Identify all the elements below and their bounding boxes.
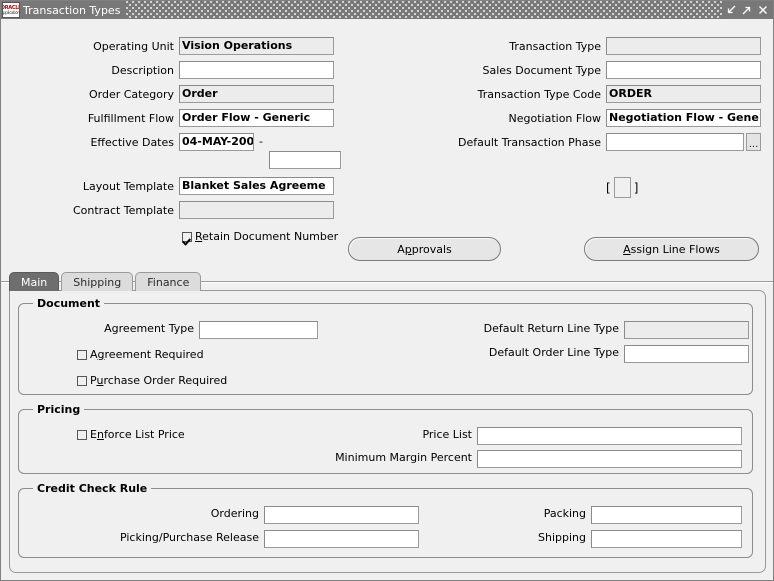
- transaction-type-code-label: Transaction Type Code: [477, 87, 601, 101]
- document-group: Document Agreement Type Agreement Requir…: [18, 297, 753, 395]
- header-form-region: Operating Unit Vision Operations Descrip…: [1, 19, 773, 283]
- transaction-type-label: Transaction Type: [509, 39, 601, 53]
- operating-unit-field[interactable]: Vision Operations: [179, 37, 334, 55]
- transaction-type-code-field[interactable]: ORDER: [606, 85, 761, 103]
- packing-field[interactable]: [591, 506, 742, 524]
- document-group-title: Document: [33, 297, 105, 310]
- agreement-type-field[interactable]: [199, 321, 318, 339]
- agreement-type-label: Agreement Type: [104, 322, 194, 335]
- operating-unit-label: Operating Unit: [93, 39, 174, 53]
- default-order-line-type-field[interactable]: [624, 345, 749, 363]
- purchase-order-required-checkbox-box[interactable]: [77, 375, 87, 386]
- tab-shipping[interactable]: Shipping: [61, 272, 134, 291]
- tab-finance[interactable]: Finance: [135, 272, 202, 291]
- agreement-required-label: Agreement Required: [90, 348, 204, 361]
- sales-document-type-field[interactable]: [606, 61, 761, 79]
- assign-line-flows-button-label: Assign Line Flows: [623, 242, 720, 256]
- maximize-icon[interactable]: [739, 2, 755, 18]
- tab-main[interactable]: Main: [9, 272, 60, 291]
- close-icon[interactable]: [755, 2, 771, 18]
- minimum-margin-percent-label: Minimum Margin Percent: [335, 451, 472, 464]
- retain-document-number-checkbox-box[interactable]: [182, 231, 192, 242]
- effective-date-to-field[interactable]: [269, 151, 341, 169]
- description-field[interactable]: [179, 61, 334, 79]
- agreement-required-checkbox-box[interactable]: [77, 349, 87, 360]
- flexfield-box[interactable]: [613, 177, 631, 198]
- titlebar-texture: [126, 1, 723, 19]
- transaction-type-field[interactable]: [606, 37, 761, 55]
- price-list-field[interactable]: [477, 427, 742, 445]
- pricing-group-title: Pricing: [33, 403, 85, 416]
- picking-purchase-release-field[interactable]: [264, 530, 419, 548]
- description-label: Description: [111, 63, 174, 77]
- retain-document-number-label: Retain Document Number: [195, 230, 338, 243]
- enforce-list-price-checkbox-box[interactable]: [77, 429, 87, 440]
- order-category-label: Order Category: [88, 87, 174, 101]
- credit-check-rule-group: Credit Check Rule Ordering Picking/Purch…: [18, 482, 753, 558]
- tab-panel-main: Document Agreement Type Agreement Requir…: [9, 290, 766, 573]
- packing-label: Packing: [543, 507, 586, 520]
- order-category-field[interactable]: Order: [179, 85, 334, 103]
- effective-dates-label: Effective Dates: [90, 135, 174, 149]
- picking-purchase-release-label: Picking/Purchase Release: [119, 531, 259, 544]
- minimum-margin-percent-field[interactable]: [477, 450, 742, 468]
- approvals-button-label: Approvals: [397, 242, 452, 256]
- oracle-logo-icon: ORACLE Applications: [2, 2, 20, 18]
- window-titlebar[interactable]: ORACLE Applications Transaction Types: [1, 1, 773, 19]
- pricing-group: Pricing Enforce List Price Price List Mi…: [18, 403, 753, 474]
- descriptive-flexfield: [ ]: [606, 177, 638, 198]
- fulfillment-flow-field[interactable]: Order Flow - Generic: [179, 109, 334, 127]
- layout-template-label: Layout Template: [82, 179, 174, 193]
- default-transaction-phase-field[interactable]: [606, 133, 744, 151]
- effective-date-from-field[interactable]: 04-MAY-200: [179, 133, 254, 151]
- fulfillment-flow-label: Fulfillment Flow: [87, 111, 174, 125]
- retain-document-number-checkbox[interactable]: Retain Document Number: [182, 230, 338, 243]
- layout-template-field[interactable]: Blanket Sales Agreeme: [179, 177, 334, 195]
- credit-check-rule-group-title: Credit Check Rule: [33, 482, 152, 495]
- purchase-order-required-label: Purchase Order Required: [90, 374, 228, 387]
- default-order-line-type-label: Default Order Line Type: [488, 346, 619, 359]
- window-title: Transaction Types: [23, 3, 121, 17]
- negotiation-flow-label: Negotiation Flow: [508, 111, 602, 125]
- ordering-label: Ordering: [210, 507, 259, 520]
- contract-template-label: Contract Template: [72, 203, 174, 217]
- ordering-field[interactable]: [264, 506, 419, 524]
- price-list-label: Price List: [422, 428, 472, 441]
- tab-bar: Main Shipping Finance: [9, 272, 203, 291]
- sales-document-type-label: Sales Document Type: [482, 63, 601, 77]
- minimize-icon[interactable]: [723, 2, 739, 18]
- shipping-field[interactable]: [591, 530, 742, 548]
- effective-dates-separator: -: [259, 135, 263, 148]
- window-controls: [723, 1, 773, 19]
- transaction-types-window: ORACLE Applications Transaction Types: [0, 0, 774, 581]
- approvals-button[interactable]: Approvals: [348, 237, 501, 261]
- default-transaction-phase-label: Default Transaction Phase: [458, 135, 601, 149]
- retain-document-number-text: etain Document Number: [202, 230, 339, 243]
- default-transaction-phase-lov-icon[interactable]: ...: [746, 133, 761, 151]
- flexfield-open-bracket: [: [606, 180, 611, 195]
- contract-template-field[interactable]: [179, 201, 334, 219]
- enforce-list-price-label: Enforce List Price: [90, 428, 185, 441]
- default-return-line-type-label: Default Return Line Type: [483, 322, 619, 335]
- enforce-list-price-checkbox[interactable]: Enforce List Price: [77, 428, 185, 441]
- purchase-order-required-checkbox[interactable]: Purchase Order Required: [77, 374, 227, 387]
- negotiation-flow-field[interactable]: Negotiation Flow - Gene: [606, 109, 761, 127]
- shipping-label: Shipping: [538, 531, 586, 544]
- agreement-required-checkbox[interactable]: Agreement Required: [77, 348, 204, 361]
- flexfield-close-bracket: ]: [633, 180, 639, 195]
- assign-line-flows-button[interactable]: Assign Line Flows: [584, 237, 759, 261]
- default-return-line-type-field[interactable]: [624, 321, 749, 339]
